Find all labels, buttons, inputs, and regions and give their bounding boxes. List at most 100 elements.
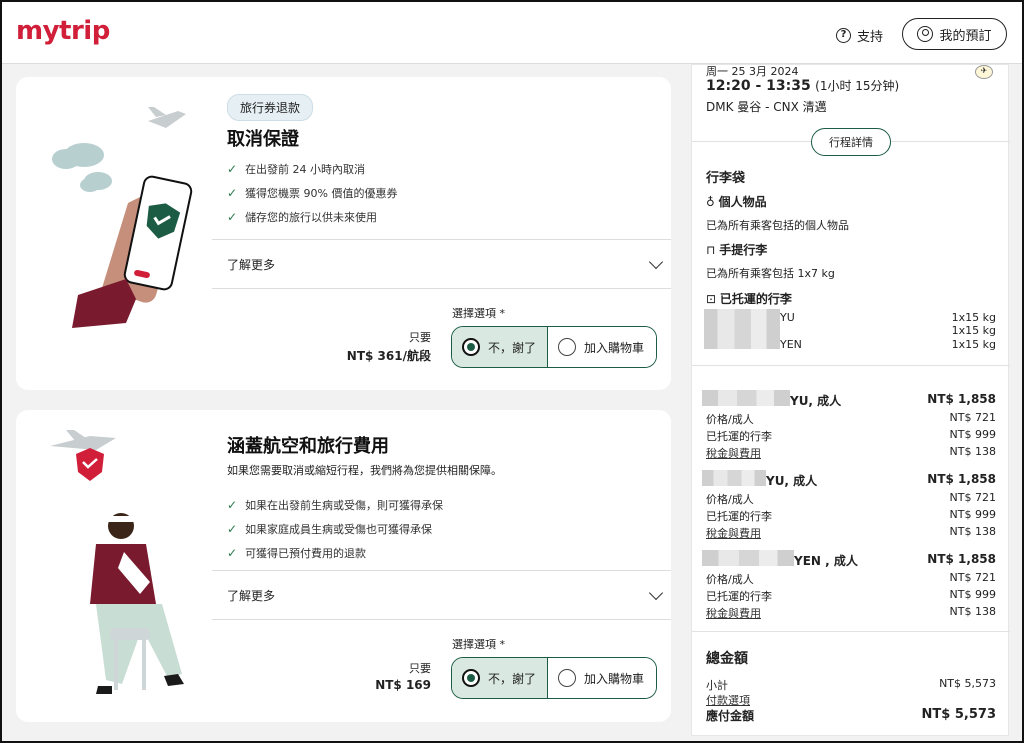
checked-bag-weight: 1x15 kg: [951, 324, 996, 337]
booking-summary-panel: 周一 25 3月 2024 ✈ 12:20 - 13:35 (1小时 15分钟)…: [691, 64, 1010, 736]
voucher-refund-badge: 旅行券退款: [227, 94, 314, 121]
injured-traveler-illustration: [50, 430, 184, 694]
bag-icon: ♁: [706, 195, 715, 209]
card2-bullet-list: ✓ 如果在出發前生病或受傷，則可獲得承保 ✓ 如果家庭成員生病或受傷也可獲得承保 ✓…: [227, 493, 443, 565]
card2-title: 涵蓋航空和旅行費用: [227, 436, 389, 457]
tax-value: NT$ 138: [949, 445, 996, 458]
redacted-name: [702, 550, 794, 566]
itinerary-details-button[interactable]: 行程詳情: [811, 128, 891, 156]
card1-select-label: 選擇選項 *: [452, 307, 505, 320]
divider: [212, 619, 671, 620]
divider: [212, 288, 671, 289]
card2-option-toggle: 不，謝了 加入購物車: [451, 657, 657, 699]
check-icon: ✓: [227, 498, 238, 512]
fare-label: 价格/成人: [706, 493, 754, 506]
passenger-total: NT$ 1,858: [927, 552, 996, 566]
list-item: ✓ 獲得您機票 90% 價值的優惠券: [227, 186, 398, 200]
chevron-down-icon: [648, 254, 664, 270]
card1-option-toggle: 不，謝了 加入購物車: [451, 326, 657, 368]
card2-option-no-thanks[interactable]: 不，謝了: [452, 658, 548, 698]
fare-value: NT$ 721: [949, 411, 996, 424]
fare-label: 价格/成人: [706, 573, 754, 586]
total-amount-title: 總金額: [706, 651, 748, 667]
mytrip-logo[interactable]: mytrip: [16, 16, 110, 46]
radio-icon: [558, 338, 576, 356]
divider: [692, 631, 1010, 632]
taxes-fees-link[interactable]: 稅金與費用: [706, 605, 761, 621]
airline-logo-icon: ✈: [975, 65, 993, 79]
check-icon: ✓: [227, 546, 238, 560]
radio-icon: [558, 669, 576, 687]
redacted-passenger-names: [704, 309, 780, 349]
card1-option-no-thanks[interactable]: 不，謝了: [452, 327, 548, 367]
bag-value: NT$ 999: [949, 428, 996, 441]
fare-value: NT$ 721: [949, 571, 996, 584]
list-item: ✓ 如果在出發前生病或受傷，則可獲得承保: [227, 498, 444, 512]
check-icon: ✓: [227, 186, 238, 200]
carry-on-desc: 已為所有乘客包括 1x7 kg: [706, 267, 835, 280]
check-icon: ✓: [227, 210, 238, 224]
divider: [692, 365, 1010, 366]
cancellation-guarantee-card: 旅行券退款 取消保證 ✓ 在出發前 24 小時內取消 ✓ 獲得您機票 90% 價值的…: [16, 77, 671, 390]
redacted-name: [702, 470, 766, 486]
card1-title: 取消保證: [227, 129, 299, 150]
card2-price: 只要 NT$ 169: [375, 662, 431, 692]
user-icon: [917, 26, 934, 42]
taxes-fees-link[interactable]: 稅金與費用: [706, 445, 761, 461]
fare-label: 价格/成人: [706, 413, 754, 426]
card1-learn-more-toggle[interactable]: 了解更多: [227, 240, 667, 288]
radio-selected-icon: [462, 669, 480, 687]
bag-value: NT$ 999: [949, 508, 996, 521]
payment-options-link[interactable]: 付款選項: [706, 692, 750, 708]
passenger-total: NT$ 1,858: [927, 472, 996, 486]
fare-value: NT$ 721: [949, 491, 996, 504]
phone-hand-illustration: [52, 107, 193, 328]
taxes-fees-link[interactable]: 稅金與費用: [706, 525, 761, 541]
checked-bag-weight: 1x15 kg: [951, 338, 996, 351]
personal-item-row: ♁ 個人物品: [706, 195, 767, 209]
checked-baggage-row: ⊡ 已托運的行李: [706, 292, 792, 306]
app-frame: mytrip ? 支持 我的預訂 旅行券退款 取消保證 ✓ 在出發前 24 小時…: [0, 0, 1024, 743]
subtotal-value: NT$ 5,573: [939, 677, 996, 690]
list-item: ✓ 可獲得已預付費用的退款: [227, 546, 367, 560]
support-link[interactable]: ? 支持: [836, 26, 883, 45]
subtotal-label: 小計: [706, 679, 728, 692]
list-item: ✓ 在出發前 24 小時內取消: [227, 162, 366, 176]
list-item: ✓ 儲存您的旅行以供未來使用: [227, 210, 378, 224]
chevron-down-icon: [648, 585, 664, 601]
bag-label: 已托運的行李: [706, 510, 772, 523]
carry-on-icon: ⊓: [706, 243, 716, 257]
checked-bag-weight: 1x15 kg: [951, 311, 996, 324]
personal-item-desc: 已為所有乘客包括的個人物品: [706, 219, 849, 232]
checked-bag-passenger-name: YU: [780, 311, 795, 324]
carry-on-row: ⊓ 手提行李: [706, 243, 768, 257]
radio-selected-icon: [462, 338, 480, 356]
card2-description: 如果您需要取消或縮短行程，我們將為您提供相關保障。: [227, 464, 502, 477]
amount-due-value: NT$ 5,573: [921, 707, 996, 722]
list-item: ✓ 如果家庭成員生病或受傷也可獲得承保: [227, 522, 433, 536]
redacted-name: [702, 390, 790, 406]
card2-learn-more-toggle[interactable]: 了解更多: [227, 571, 667, 619]
travel-insurance-card: 涵蓋航空和旅行費用 如果您需要取消或縮短行程，我們將為您提供相關保障。 ✓ 如果在…: [16, 410, 671, 722]
passenger-name: YU, 成人: [790, 394, 842, 408]
passenger-name: YEN , 成人: [794, 554, 858, 568]
baggage-title: 行李袋: [706, 171, 746, 186]
check-icon: ✓: [227, 522, 238, 536]
suitcase-icon: ⊡: [706, 292, 717, 306]
flight-time-row: 12:20 - 13:35 (1小时 15分钟): [706, 78, 900, 94]
bag-label: 已托運的行李: [706, 590, 772, 603]
tax-value: NT$ 138: [949, 525, 996, 538]
flight-route: DMK 曼谷 - CNX 清邁: [706, 100, 827, 114]
bag-label: 已托運的行李: [706, 430, 772, 443]
check-icon: ✓: [227, 162, 238, 176]
passenger-total: NT$ 1,858: [927, 392, 996, 406]
passenger-name: YU, 成人: [766, 474, 818, 488]
top-header: mytrip ? 支持 我的預訂: [2, 2, 1022, 64]
card1-option-add-to-cart[interactable]: 加入購物車: [548, 327, 656, 367]
card2-option-add-to-cart[interactable]: 加入購物車: [548, 658, 656, 698]
tax-value: NT$ 138: [949, 605, 996, 618]
question-icon: ?: [836, 28, 851, 43]
card1-price: 只要 NT$ 361/航段: [346, 331, 431, 363]
my-bookings-button[interactable]: 我的預訂: [902, 18, 1007, 50]
support-label: 支持: [857, 30, 884, 45]
